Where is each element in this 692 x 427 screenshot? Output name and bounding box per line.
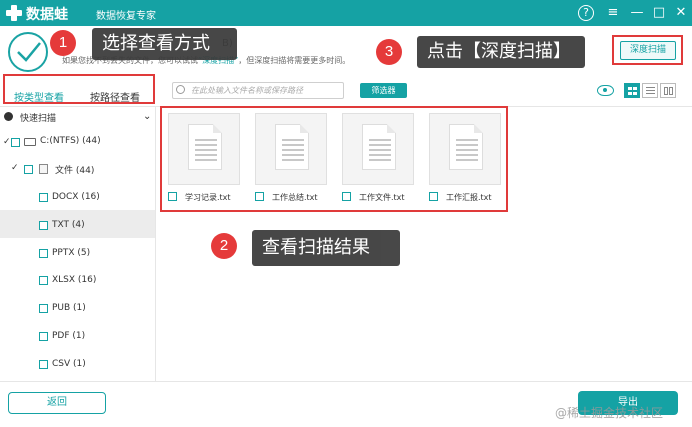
drive-checkbox[interactable] bbox=[11, 138, 20, 147]
app-logo-icon bbox=[6, 5, 22, 21]
drive-icon bbox=[24, 138, 36, 146]
scan-complete-check-icon bbox=[8, 32, 48, 72]
badge-3: 3 bbox=[376, 39, 402, 65]
watermark: @稀土掘金技术社区 bbox=[555, 406, 664, 420]
menu-button[interactable]: ≡ bbox=[604, 4, 622, 22]
grid-view-button[interactable] bbox=[624, 83, 640, 98]
minimize-button[interactable]: — bbox=[628, 4, 646, 22]
maximize-button[interactable]: □ bbox=[650, 4, 668, 22]
type-checkbox[interactable] bbox=[39, 304, 48, 313]
back-button[interactable]: 返回 bbox=[8, 392, 106, 414]
detail-view-button[interactable] bbox=[660, 83, 676, 98]
tree-type-item[interactable]: PUB (1) bbox=[52, 303, 86, 313]
tree-type-item[interactable]: DOCX (16) bbox=[52, 192, 100, 202]
tree-drive[interactable]: C:(NTFS) (44) bbox=[40, 136, 101, 146]
help-button[interactable]: ? bbox=[578, 5, 594, 21]
type-checkbox[interactable] bbox=[39, 221, 48, 230]
tree-type-item[interactable]: PPTX (5) bbox=[52, 248, 90, 258]
hint-text-end: ，但深度扫描将需要更多时间。 bbox=[238, 56, 351, 65]
search-icon bbox=[176, 85, 185, 94]
chevron-down-icon[interactable]: ⌄ bbox=[143, 111, 151, 122]
highlight-box-files bbox=[160, 106, 508, 212]
highlight-box-tabs bbox=[3, 74, 155, 104]
tree-type-item[interactable]: XLSX (16) bbox=[52, 275, 96, 285]
tree-quick-scan[interactable]: 快速扫描 bbox=[20, 111, 56, 124]
highlight-box-deep-scan bbox=[612, 35, 683, 65]
tree-type-item[interactable]: CSV (1) bbox=[52, 359, 86, 369]
footer-divider bbox=[0, 381, 692, 382]
check-mark-icon: ✓ bbox=[3, 137, 11, 147]
quick-scan-dot-icon bbox=[4, 112, 13, 121]
folder-checkbox[interactable] bbox=[24, 165, 33, 174]
folder-icon bbox=[39, 164, 48, 174]
search-input[interactable]: 在此处输入文件名称或保存路径 bbox=[172, 82, 344, 99]
sidebar-divider bbox=[155, 107, 156, 382]
tree-type-item[interactable]: TXT (4) bbox=[52, 220, 85, 230]
badge-1: 1 bbox=[50, 30, 76, 56]
list-view-button[interactable] bbox=[642, 83, 658, 98]
tree-type-item[interactable]: PDF (1) bbox=[52, 331, 85, 341]
callout-2: 查看扫描结果 bbox=[252, 230, 400, 266]
type-checkbox[interactable] bbox=[39, 360, 48, 369]
type-checkbox[interactable] bbox=[39, 332, 48, 341]
title-bar: 数据蛙 数据恢复专家 ? ≡ — □ ✕ bbox=[0, 0, 692, 26]
callout-3: 点击【深度扫描】 bbox=[417, 36, 585, 68]
callout-1: 选择查看方式 bbox=[92, 28, 237, 60]
close-button[interactable]: ✕ bbox=[672, 4, 690, 22]
preview-eye-icon[interactable] bbox=[597, 85, 614, 96]
type-checkbox[interactable] bbox=[39, 276, 48, 285]
tree-folder[interactable]: 文件 (44) bbox=[55, 163, 94, 176]
type-checkbox[interactable] bbox=[39, 193, 48, 202]
type-checkbox[interactable] bbox=[39, 249, 48, 258]
app-name: 数据蛙 bbox=[26, 7, 68, 23]
filter-button[interactable]: 筛选器 bbox=[360, 83, 407, 98]
badge-2: 2 bbox=[211, 233, 237, 259]
app-subtitle: 数据恢复专家 bbox=[96, 11, 156, 22]
expand-caret-icon[interactable]: ✓ bbox=[11, 163, 19, 173]
